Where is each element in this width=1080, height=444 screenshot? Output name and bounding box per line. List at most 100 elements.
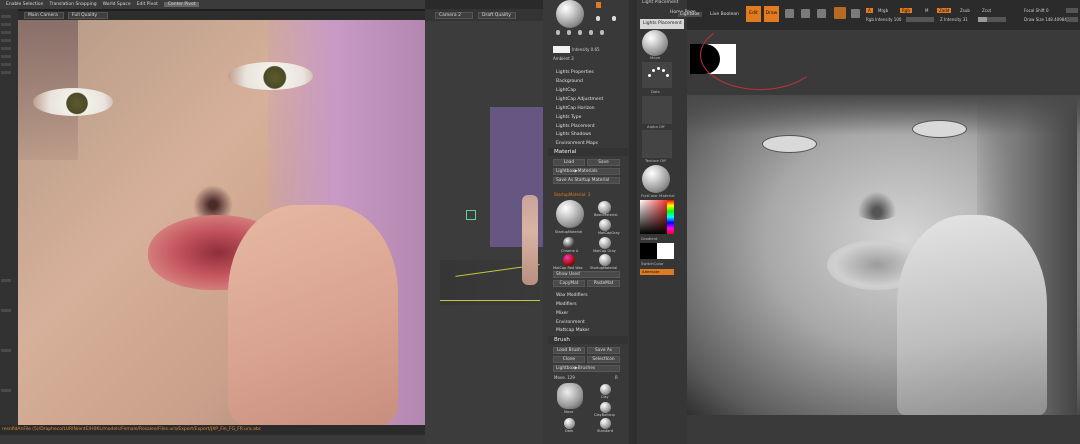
- material-load-button[interactable]: Load: [553, 159, 585, 166]
- texture-thumb[interactable]: [642, 130, 672, 158]
- brush-thumb[interactable]: [600, 384, 611, 395]
- move-thumb-sphere[interactable]: [642, 30, 668, 56]
- rgb-intensity-slider[interactable]: Rgb Intensity 100: [866, 17, 901, 22]
- menu-modifiers[interactable]: Modifiers: [556, 302, 577, 307]
- material-thumb[interactable]: [599, 237, 611, 249]
- zbrush-sculpt-canvas[interactable]: [687, 95, 1080, 415]
- light-gizmo-icon[interactable]: [466, 210, 476, 220]
- menu-mixer[interactable]: Mixer: [556, 311, 568, 316]
- strip-tick[interactable]: [1, 279, 11, 282]
- menu-environment-maps[interactable]: Environment Maps: [556, 141, 598, 146]
- intensity-label[interactable]: Intensity 0.65: [572, 47, 600, 52]
- focal-shift-slider[interactable]: Focal Shift 0: [1024, 8, 1049, 13]
- lightbox-materials-button[interactable]: Lightbox▶Materials: [553, 168, 620, 175]
- material-thumb[interactable]: [563, 237, 575, 249]
- menu-lights-shadows[interactable]: Lights Shadows: [556, 132, 591, 137]
- scale-mode-icon[interactable]: [801, 9, 810, 18]
- material-thumb[interactable]: [599, 219, 611, 231]
- light-color-swatch[interactable]: [553, 46, 570, 53]
- lightbulb-icon[interactable]: [578, 30, 582, 35]
- lightbulb-icon[interactable]: [589, 30, 593, 35]
- lightbulb-icon[interactable]: [567, 30, 571, 35]
- camera-dropdown[interactable]: Main Camera: [24, 12, 64, 19]
- move-mode-icon[interactable]: [785, 9, 794, 18]
- m-toggle[interactable]: M: [925, 8, 928, 13]
- brush-clone-button[interactable]: Clone: [553, 356, 585, 363]
- strip-tick[interactable]: [1, 15, 11, 18]
- quality-dropdown[interactable]: Full Quality: [68, 12, 108, 19]
- material-thumb[interactable]: [599, 254, 611, 266]
- menu-background[interactable]: Background: [556, 79, 583, 84]
- brush-section-header[interactable]: Brush: [548, 336, 628, 344]
- scene-camera-dropdown[interactable]: Camera 2: [435, 11, 473, 19]
- rgb-toggle[interactable]: Rgb: [900, 8, 912, 13]
- dots-thumb[interactable]: [642, 62, 672, 88]
- brush-thumb[interactable]: [600, 402, 611, 413]
- draw-size-slider[interactable]: Draw Size 148.40984: [1024, 17, 1067, 22]
- toolbar-item-world-space[interactable]: World Space: [103, 2, 131, 7]
- toolbar-item-center-pivot[interactable]: Center Pivot: [163, 2, 200, 7]
- rotate-mode-icon[interactable]: [817, 9, 826, 18]
- z-intensity-slider[interactable]: Z Intensity 31: [940, 17, 968, 22]
- menu-lightcap[interactable]: LightCap: [556, 88, 576, 93]
- strip-tick[interactable]: [1, 389, 11, 392]
- toolbar-item-edit-pivot[interactable]: Edit Pivot: [137, 2, 158, 7]
- strip-tick[interactable]: [1, 31, 11, 34]
- material-thumb[interactable]: [563, 254, 575, 266]
- scene-figure[interactable]: [522, 195, 538, 285]
- mrgb-toggle[interactable]: Mrgb: [878, 8, 888, 13]
- draw-size-track[interactable]: [1066, 17, 1078, 22]
- menu-lights-properties[interactable]: Lights Properties: [556, 70, 594, 75]
- material-swatch-icon[interactable]: [834, 7, 846, 19]
- menu-environment[interactable]: Environment: [556, 320, 585, 325]
- strip-tick[interactable]: [1, 349, 11, 352]
- menu-lights-placement[interactable]: Lights Placement: [556, 124, 595, 129]
- brush-thumb[interactable]: [564, 418, 575, 429]
- zcut-toggle[interactable]: Zcut: [982, 8, 991, 13]
- brush-save-as-button[interactable]: Save As: [587, 347, 620, 354]
- lightbulb-icon[interactable]: [612, 16, 616, 21]
- strip-tick[interactable]: [1, 71, 11, 74]
- strip-tick[interactable]: [1, 309, 11, 312]
- toolbar-item-translation-snapping[interactable]: Translation Snapping: [50, 2, 97, 7]
- save-as-startup-material-button[interactable]: Save As Startup Material: [553, 177, 620, 184]
- scene-quality-dropdown[interactable]: Draft Quality: [478, 11, 516, 19]
- tab-lightbox[interactable]: LightBox: [678, 12, 702, 17]
- hue-slider[interactable]: [667, 200, 674, 234]
- brush-r-label[interactable]: R: [615, 375, 618, 380]
- render-image[interactable]: [18, 20, 425, 425]
- select-icon-button[interactable]: SelectIcon: [587, 356, 620, 363]
- current-material-sphere[interactable]: [556, 200, 584, 228]
- flatcolor-material-sphere[interactable]: [642, 165, 670, 193]
- ambient-label[interactable]: Ambient 3: [553, 56, 574, 61]
- alpha-thumb[interactable]: [642, 96, 672, 124]
- a-toggle[interactable]: A: [866, 8, 873, 13]
- show-used-button[interactable]: Show Used: [553, 271, 620, 278]
- current-brush-thumb[interactable]: [557, 383, 583, 409]
- palette-scrollbar[interactable]: [629, 0, 637, 444]
- menu-lightcap-adjustment[interactable]: LightCap Adjustment: [556, 97, 603, 102]
- texture-icon[interactable]: [851, 9, 860, 18]
- focal-shift-track[interactable]: [1066, 8, 1078, 13]
- menu-mattcap-maker[interactable]: Mattcap Maker: [556, 328, 589, 333]
- material-save-button[interactable]: Save: [587, 159, 620, 166]
- rgb-intensity-track[interactable]: [906, 17, 934, 22]
- strip-tick[interactable]: [1, 39, 11, 42]
- paste-mat-button[interactable]: PasteMat: [587, 280, 620, 287]
- lightbulb-icon[interactable]: [596, 2, 601, 8]
- menu-lights-type[interactable]: Lights Type: [556, 115, 581, 120]
- main-color-swatch[interactable]: [640, 243, 657, 259]
- strip-tick[interactable]: [1, 23, 11, 26]
- material-section-header[interactable]: Material: [548, 148, 628, 156]
- lightbulb-icon[interactable]: [600, 30, 604, 35]
- load-brush-button[interactable]: Load Brush: [553, 347, 585, 354]
- menu-lightcap-horizon[interactable]: LightCap Horizon: [556, 106, 595, 111]
- lightbox-brushes-button[interactable]: Lightbox▶Brushes: [553, 365, 620, 372]
- light-sphere-preview[interactable]: [556, 0, 584, 28]
- tab-live-boolean[interactable]: Live Boolean: [710, 12, 739, 17]
- strip-tick[interactable]: [1, 63, 11, 66]
- lightbulb-icon[interactable]: [596, 16, 600, 21]
- zsub-toggle[interactable]: Zsub: [960, 8, 970, 13]
- zadd-toggle[interactable]: Zadd: [937, 8, 952, 13]
- strip-tick[interactable]: [1, 47, 11, 50]
